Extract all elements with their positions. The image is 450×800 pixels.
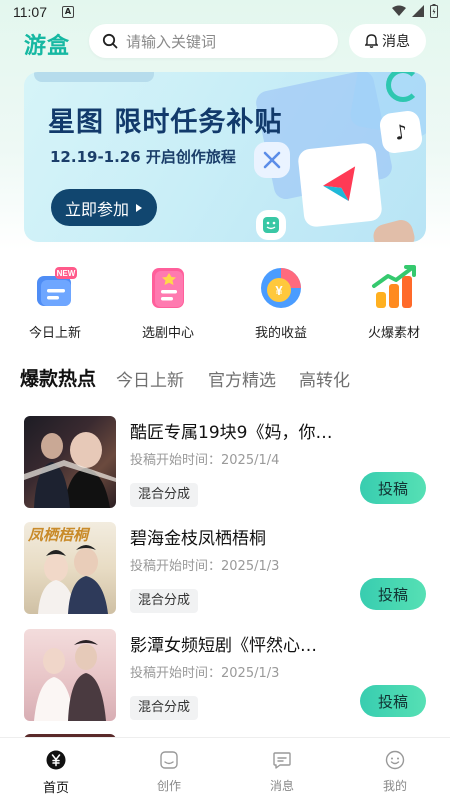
coin-chart-icon: ¥ [261,268,301,308]
drama-poster [24,629,116,721]
poster-art [24,432,116,508]
quick-links: NEW 今日上新 选剧中心 ¥ 我的收益 火爆素材 [0,258,450,348]
quick-link-my-earnings[interactable]: ¥ 我的收益 [226,258,336,344]
script-doc-icon [152,268,184,308]
poster-art [34,640,106,721]
play-arrow-icon [136,203,142,212]
message-button[interactable]: 消息 [349,24,426,58]
bell-icon [365,34,378,48]
card-date: 投稿开始时间：2025/1/4 [130,453,280,468]
search-icon [102,33,118,49]
search-placeholder: 请输入关键词 [126,32,217,51]
submit-button[interactable]: 投稿 [360,472,426,504]
quick-link-script-center[interactable]: 选剧中心 [113,258,223,344]
bottom-tab-bar: 首页 创作 消息 我的 [0,737,450,800]
tab-high-conversion[interactable]: 高转化 [299,366,350,391]
join-now-label: 立即参加 [64,199,129,219]
submit-button[interactable]: 投稿 [360,685,426,717]
tab-messages[interactable]: 消息 [226,738,338,800]
quick-link-hot-materials[interactable]: 火爆素材 [339,258,449,344]
tab-official-picks[interactable]: 官方精选 [208,366,276,391]
bar-chart-trend-icon [372,265,416,308]
drama-poster [24,416,116,508]
quick-link-today-new[interactable]: NEW 今日上新 [0,258,110,344]
battery-icon [430,4,438,18]
promo-banner[interactable]: ♪ 星图 限时任务补贴 12.19-1.26 开启创作旅程 立即参加 [24,72,426,242]
tab-hot[interactable]: 爆款热点 [20,364,96,391]
notification-a-icon: A [62,6,74,18]
tab-label: 创作 [156,779,181,793]
tiktok-tile-icon: ♪ [378,109,424,155]
card-title: 影潭女频短剧《怦然心… [130,636,317,656]
app-tile-icon [254,142,290,178]
tab-create[interactable]: 创作 [113,738,225,800]
quick-link-label: 我的收益 [254,326,307,341]
star-map-logo-icon [297,142,383,228]
list-item[interactable]: 酷匠专属19块9《妈，你… 投稿开始时间：2025/1/4 混合分成 投稿 [24,416,426,512]
quick-link-label: 火爆素材 [367,326,420,341]
list-item[interactable]: 影潭女频短剧《怦然心… 投稿开始时间：2025/1/3 混合分成 投稿 [24,629,426,725]
signal-icon [412,5,424,17]
search-bar[interactable]: 请输入关键词 [89,24,338,58]
yen-symbol: ¥ [275,283,283,298]
card-title: 碧海金枝凤栖梧桐 [130,529,266,549]
app-logo: 游盒 [24,34,71,59]
revenue-type-tag: 混合分成 [130,589,199,613]
quick-link-label: 选剧中心 [141,326,194,341]
system-icons [392,4,438,18]
new-badge: NEW [57,269,76,278]
smile-tile-icon [256,210,286,240]
tab-profile[interactable]: 我的 [339,738,450,800]
revenue-type-tag: 混合分成 [130,696,199,720]
card-date: 投稿开始时间：2025/1/3 [130,666,280,681]
drama-poster: 凤栖梧桐 [24,522,116,614]
category-tabs: 爆款热点 今日上新 官方精选 高转化 [20,364,440,394]
banner-title: 星图 限时任务补贴 [48,107,283,138]
home-yen-icon [46,750,66,770]
app-header: 游盒 请输入关键词 消息 [0,24,450,60]
chat-icon [273,752,291,769]
tab-label: 我的 [382,779,407,793]
join-now-button[interactable]: 立即参加 [51,189,157,226]
submit-button[interactable]: 投稿 [360,578,426,610]
list-item[interactable]: 凤栖梧桐 碧海金枝凤栖梧桐 投稿开始时间：2025/1/3 混合分成 投稿 [24,522,426,618]
card-date: 投稿开始时间：2025/1/3 [130,559,280,574]
message-button-label: 消息 [382,34,410,50]
quick-link-label: 今日上新 [28,326,81,341]
tab-today-new[interactable]: 今日上新 [116,366,184,391]
tab-label: 首页 [42,781,69,796]
banner-subtitle: 12.19-1.26 开启创作旅程 [50,148,236,166]
status-time: 11:07 [13,4,47,20]
new-doc-icon: NEW [37,267,77,306]
tab-label: 消息 [269,779,294,793]
banner-deco-tile [370,217,418,242]
tab-home[interactable]: 首页 [0,738,112,800]
banner-top-tab [34,72,154,82]
revenue-type-tag: 混合分成 [130,483,199,507]
wifi-icon [392,5,406,16]
profile-smile-icon [385,750,405,770]
create-icon [160,751,178,769]
card-title: 酷匠专属19块9《妈，你… [130,423,333,443]
poster-title-text: 凤栖梧桐 [28,526,89,544]
status-bar: 11:07 A [0,0,450,24]
